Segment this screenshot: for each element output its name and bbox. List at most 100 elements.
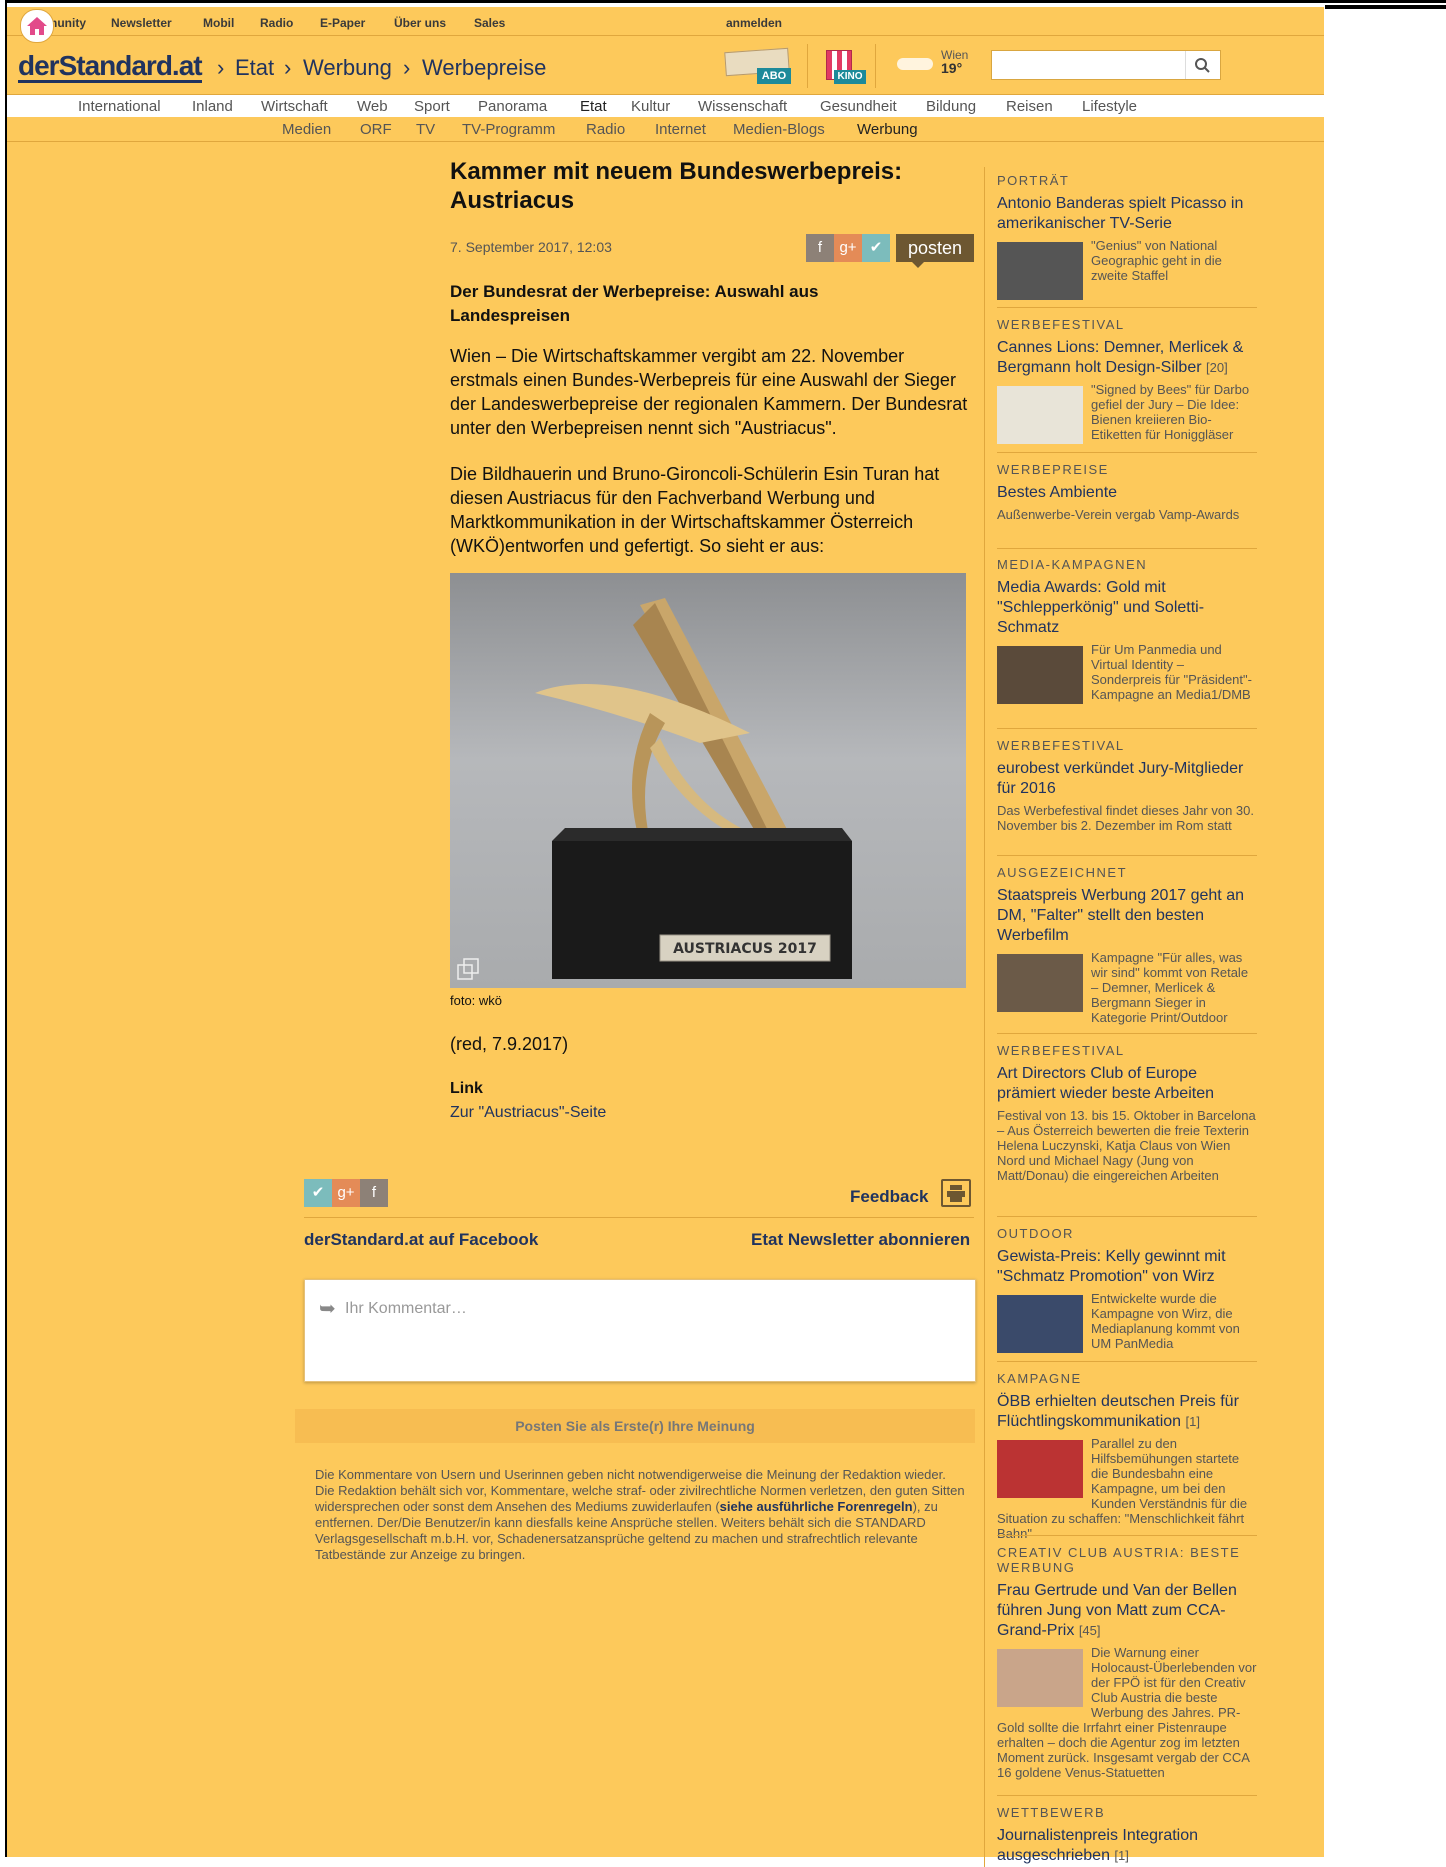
subsection-werbung[interactable]: Werbung (857, 121, 918, 138)
comment-count[interactable]: [20] (1206, 360, 1228, 375)
section-international[interactable]: International (78, 98, 161, 115)
googleplus-share-button-bottom[interactable]: g+ (332, 1179, 360, 1207)
teaser-title[interactable]: Bestes Ambiente (997, 483, 1257, 503)
subsection-medien[interactable]: Medien (282, 121, 331, 138)
facebook-share-button-bottom[interactable]: f (360, 1179, 388, 1207)
breadcrumb-werbepreise[interactable]: Werbepreise (422, 55, 546, 81)
section-etat[interactable]: Etat (580, 98, 607, 115)
googleplus-share-button[interactable]: g+ (834, 234, 862, 262)
service-ueber-uns[interactable]: Über uns (394, 16, 446, 30)
page: Community Newsletter Mobil Radio E-Paper… (7, 7, 1324, 1867)
teaser-title[interactable]: Gewista-Preis: Kelly gewinnt mit "Schmat… (997, 1247, 1257, 1287)
section-wissenschaft[interactable]: Wissenschaft (698, 98, 787, 115)
print-button[interactable] (941, 1179, 971, 1207)
teaser-title[interactable]: Media Awards: Gold mit "Schlepperkönig" … (997, 578, 1257, 638)
article-signoff: (red, 7.9.2017) (450, 1034, 569, 1054)
teaser-text: Für Um Panmedia und Virtual Identity – S… (1091, 642, 1252, 702)
teaser-thumbnail[interactable] (997, 242, 1083, 300)
service-radio[interactable]: Radio (260, 16, 293, 30)
teaser-text: "Genius" von National Geographic geht in… (1091, 238, 1222, 283)
section-wirtschaft[interactable]: Wirtschaft (261, 98, 328, 115)
teaser-thumbnail[interactable] (997, 954, 1083, 1012)
section-gesundheit[interactable]: Gesundheit (820, 98, 897, 115)
teaser-title[interactable]: ÖBB erhielten deutschen Preis für Flücht… (997, 1392, 1257, 1432)
teaser-category: CREATIV CLUB AUSTRIA: BESTE WERBUNG (997, 1545, 1241, 1575)
subsection-medien-blogs[interactable]: Medien-Blogs (733, 121, 825, 138)
teaser-title[interactable]: eurobest verkündet Jury-Mitglieder für 2… (997, 759, 1257, 799)
subsection-radio[interactable]: Radio (586, 121, 625, 138)
teaser-thumbnail[interactable] (997, 386, 1083, 444)
section-reisen[interactable]: Reisen (1006, 98, 1053, 115)
teaser-title-text: Gewista-Preis: Kelly gewinnt mit "Schmat… (997, 1248, 1226, 1285)
service-sales[interactable]: Sales (474, 16, 505, 30)
teaser-text: Entwickelte wurde die Kampagne von Wirz,… (1091, 1291, 1240, 1351)
comment-count[interactable]: [1] (1186, 1414, 1200, 1429)
abo-promo[interactable]: ABO (723, 47, 793, 84)
sidebar-teaser[interactable]: WERBEFESTIVAL Cannes Lions: Demner, Merli… (997, 317, 1257, 446)
sidebar-teaser[interactable]: WERBEFESTIVAL Art Directors Club of Europ… (997, 1043, 1257, 1183)
sidebar-teaser[interactable]: WERBEPREISE Bestes Ambiente Außenwerbe-Ver… (997, 462, 1257, 522)
login-link[interactable]: anmelden (726, 16, 782, 30)
top-border (0, 0, 1446, 3)
sidebar-teaser[interactable]: CREATIV CLUB AUSTRIA: BESTE WERBUNG Frau … (997, 1545, 1257, 1780)
teaser-title[interactable]: Staatspreis Werbung 2017 geht an DM, "Fa… (997, 886, 1257, 946)
teaser-title[interactable]: Frau Gertrude und Van der Bellen führen … (997, 1581, 1257, 1641)
feedback-link[interactable]: Feedback (850, 1187, 928, 1207)
teaser-category: MEDIA-KAMPAGNEN (997, 557, 1148, 572)
teaser-thumbnail[interactable] (997, 1649, 1083, 1707)
home-button[interactable] (20, 9, 54, 43)
section-lifestyle[interactable]: Lifestyle (1082, 98, 1137, 115)
teaser-thumbnail[interactable] (997, 1295, 1083, 1353)
teaser-text: Kampagne "Für alles, was wir sind" kommt… (1091, 950, 1249, 1025)
service-newsletter[interactable]: Newsletter (111, 16, 172, 30)
teaser-thumbnail[interactable] (997, 646, 1083, 704)
forum-rules-link[interactable]: siehe ausführliche Forenregeln (720, 1499, 913, 1514)
sidebar-teaser[interactable]: WERBEFESTIVAL eurobest verkündet Jury-Mit… (997, 738, 1257, 833)
teaser-title[interactable]: Antonio Banderas spielt Picasso in ameri… (997, 194, 1257, 234)
service-nav: Community Newsletter Mobil Radio E-Paper… (7, 7, 1324, 36)
subsection-internet[interactable]: Internet (655, 121, 706, 138)
twitter-share-button-bottom[interactable]: ✔ (304, 1179, 332, 1207)
service-mobil[interactable]: Mobil (203, 16, 234, 30)
kino-badge: KINO (834, 70, 866, 84)
sidebar-teaser[interactable]: PORTRÄT Antonio Banderas spielt Picasso i… (997, 173, 1257, 302)
article-photo[interactable]: AUSTRIACUS 2017 (450, 573, 966, 988)
section-web[interactable]: Web (357, 98, 388, 115)
sidebar-teaser[interactable]: AUSGEZEICHNET Staatspreis Werbung 2017 ge… (997, 865, 1257, 1025)
section-panorama[interactable]: Panorama (478, 98, 547, 115)
teaser-title[interactable]: Cannes Lions: Demner, Merlicek & Bergman… (997, 338, 1257, 378)
subsection-tv[interactable]: TV (416, 121, 435, 138)
teaser-title-text: Frau Gertrude und Van der Bellen führen … (997, 1582, 1237, 1639)
service-epaper[interactable]: E-Paper (320, 16, 365, 30)
subsection-tv-programm[interactable]: TV-Programm (462, 121, 555, 138)
facebook-page-link[interactable]: derStandard.at auf Facebook (304, 1230, 538, 1250)
teaser-thumbnail[interactable] (997, 1440, 1083, 1498)
section-inland[interactable]: Inland (192, 98, 233, 115)
comment-count[interactable]: [45] (1079, 1623, 1101, 1638)
teaser-title[interactable]: Art Directors Club of Europe prämiert wi… (997, 1064, 1257, 1104)
kino-promo[interactable]: KINO (822, 46, 866, 86)
masthead: derStandard.at › Etat › Werbung › Werbep… (7, 36, 1324, 95)
austriacus-link[interactable]: Zur "Austriacus"-Seite (450, 1104, 606, 1122)
newsletter-link[interactable]: Etat Newsletter abonnieren (751, 1230, 970, 1250)
section-kultur[interactable]: Kultur (631, 98, 670, 115)
sidebar-separator (997, 1361, 1257, 1362)
comment-box[interactable]: ➥ Ihr Kommentar… (304, 1279, 976, 1382)
breadcrumb-werbung[interactable]: Werbung (303, 55, 392, 81)
breadcrumb-etat[interactable]: Etat (235, 55, 274, 81)
site-logo[interactable]: derStandard.at (18, 52, 203, 83)
comment-count[interactable]: [1] (1114, 1848, 1128, 1863)
section-sport[interactable]: Sport (414, 98, 450, 115)
teaser-title-text: eurobest verkündet Jury-Mitglieder für 2… (997, 760, 1244, 797)
search-button[interactable] (1185, 51, 1220, 79)
sidebar-teaser[interactable]: MEDIA-KAMPAGNEN Media Awards: Gold mit "S… (997, 557, 1257, 706)
teaser-title[interactable]: Journalistenpreis Integration ausgeschri… (997, 1826, 1257, 1866)
facebook-share-button[interactable]: f (806, 234, 834, 262)
sidebar-teaser[interactable]: OUTDOOR Gewista-Preis: Kelly gewinnt mit … (997, 1226, 1257, 1355)
search-box[interactable] (991, 50, 1221, 80)
sidebar-teaser[interactable]: KAMPAGNE ÖBB erhielten deutschen Preis fü… (997, 1371, 1257, 1541)
section-bildung[interactable]: Bildung (926, 98, 976, 115)
posten-button[interactable]: posten (896, 234, 974, 262)
twitter-share-button[interactable]: ✔ (862, 234, 890, 262)
subsection-orf[interactable]: ORF (360, 121, 392, 138)
